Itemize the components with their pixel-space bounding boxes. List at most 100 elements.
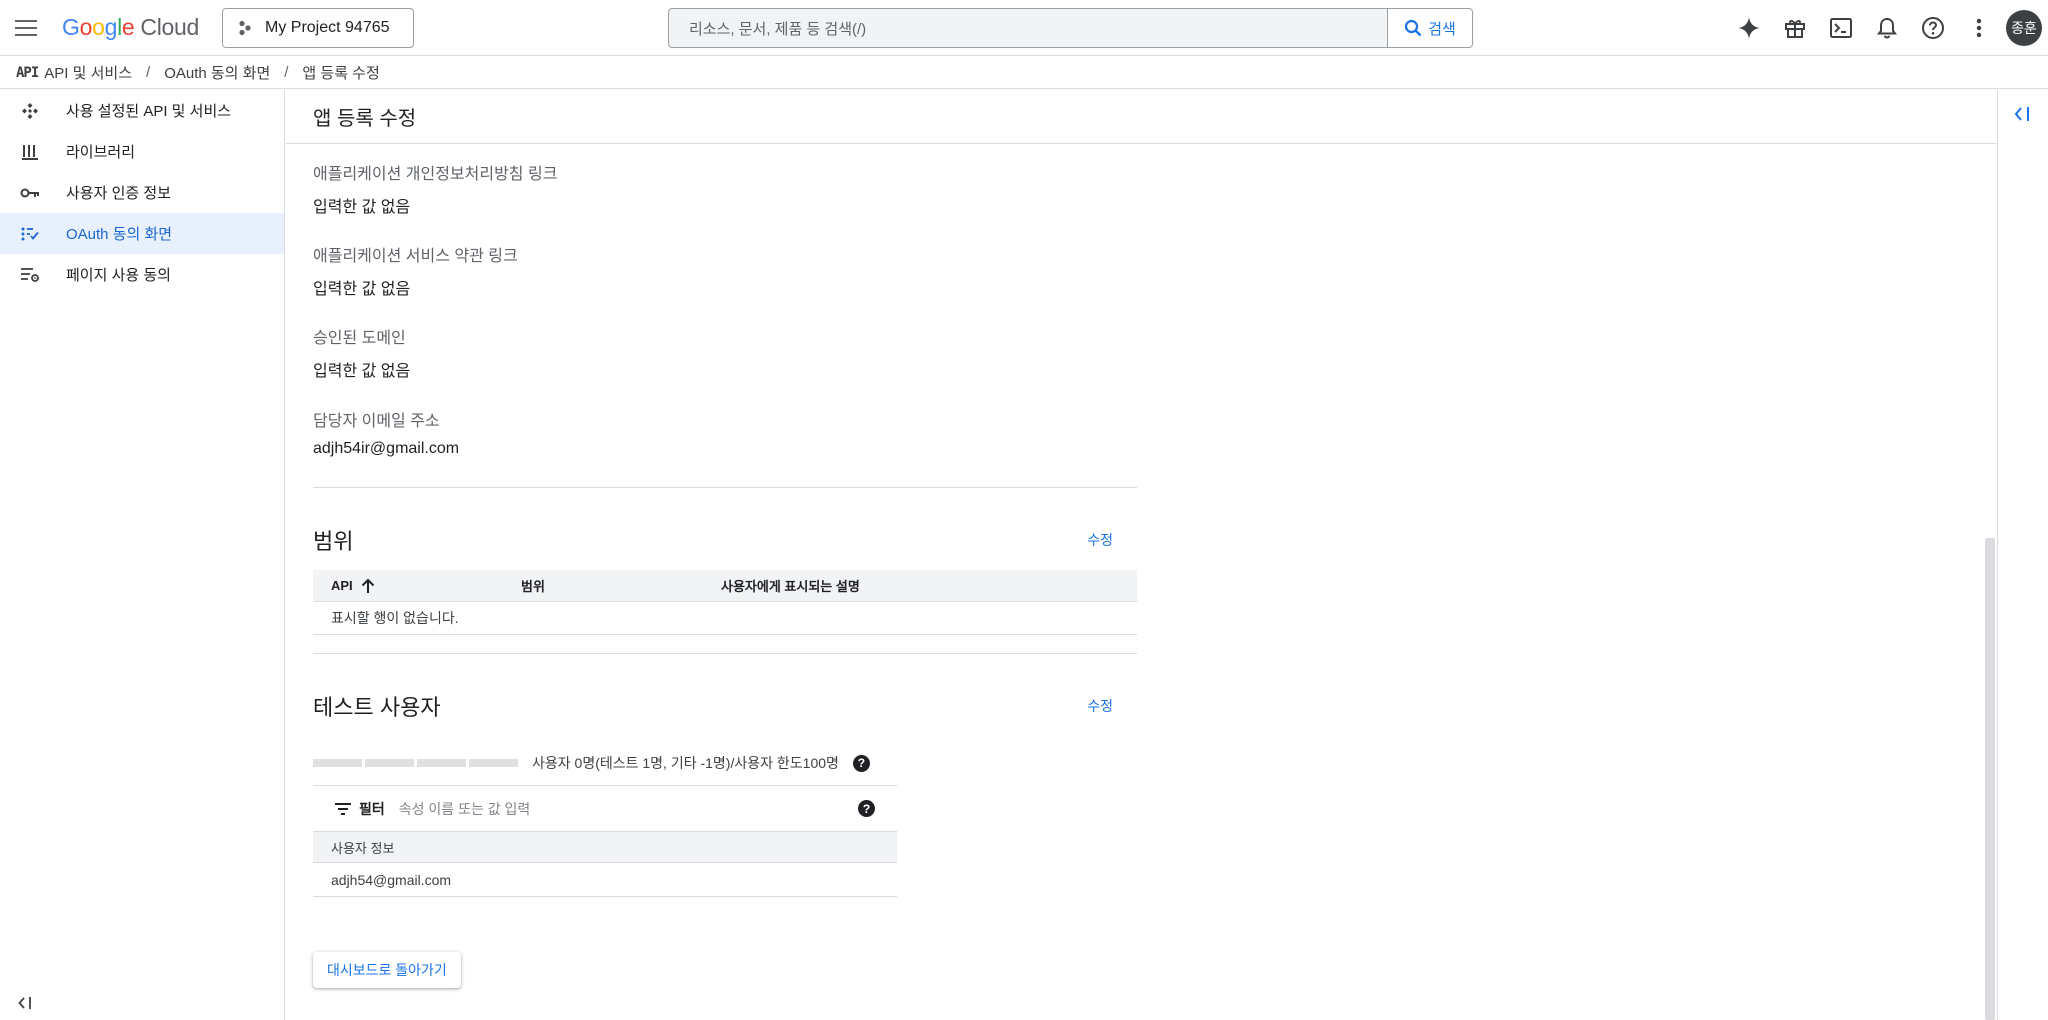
test-users-title: 테스트 사용자 [313, 695, 441, 720]
scopes-empty-row: 표시할 행이 없습니다. [313, 602, 1137, 635]
account-avatar[interactable]: 종훈 [2006, 10, 2042, 46]
privacy-policy-field: 애플리케이션 개인정보처리방침 링크 입력한 값 없음 [313, 160, 1138, 216]
divider [313, 487, 1137, 488]
key-icon [20, 183, 40, 203]
search-button[interactable]: 검색 [1387, 8, 1473, 48]
library-icon [20, 142, 40, 162]
gift-icon [1785, 20, 1805, 38]
field-label: 애플리케이션 개인정보처리방침 링크 [313, 166, 558, 183]
test-users-table: 필터 속성 이름 또는 값 입력 ? 사용자 정보 adjh54@gmail.c… [313, 785, 897, 897]
column-header-label: 범위 [521, 579, 545, 594]
api-logo-icon: API [16, 64, 39, 81]
sidebar-item-label: 페이지 사용 동의 [66, 267, 171, 284]
filter-icon [335, 802, 351, 815]
sidebar-item-label: 사용자 인증 정보 [66, 185, 171, 202]
gemini-button[interactable] [1726, 5, 1772, 51]
more-vert-icon [1976, 18, 1982, 38]
user-quota-text: 사용자 0명(테스트 1명, 기타 -1명)/사용자 한도100명 [532, 755, 839, 771]
sidebar-item-page-consent[interactable]: 페이지 사용 동의 [0, 254, 284, 295]
field-label: 애플리케이션 서비스 약관 링크 [313, 248, 518, 265]
filter-input[interactable]: 속성 이름 또는 값 입력 [399, 799, 858, 819]
api-services-icon [20, 101, 40, 121]
breadcrumb-separator: / [284, 64, 289, 81]
main-menu-button[interactable] [10, 12, 42, 44]
expand-panel-button[interactable] [2014, 106, 2030, 122]
help-circle-icon [1922, 17, 1944, 39]
terminal-icon [1830, 18, 1852, 38]
column-header-description: 사용자에게 표시되는 설명 [703, 576, 860, 595]
hamburger-menu-icon [15, 20, 37, 36]
test-users-edit-link[interactable]: 수정 [1087, 696, 1113, 716]
right-side-panel [1997, 90, 2048, 1020]
field-value: 입력한 값 없음 [313, 199, 411, 216]
breadcrumb-item-apis[interactable]: API 및 서비스 [44, 62, 132, 83]
project-dots-icon [239, 20, 251, 36]
column-header-api[interactable]: API [313, 578, 503, 594]
consent-icon [20, 224, 40, 244]
sidebar-item-oauth-consent[interactable]: OAuth 동의 화면 [0, 213, 284, 254]
column-header-user-info: 사용자 정보 [331, 840, 395, 856]
user-email-cell: adjh54@gmail.com [331, 871, 452, 888]
app-registration-summary: 애플리케이션 개인정보처리방침 링크 입력한 값 없음 애플리케이션 서비스 약… [313, 144, 1138, 988]
filter-label: 필터 [359, 800, 385, 817]
page-title: 앱 등록 수정 [313, 108, 417, 130]
back-to-dashboard-button[interactable]: 대시보드로 돌아가기 [313, 952, 461, 988]
column-header-scope: 범위 [503, 576, 703, 595]
field-value: 입력한 값 없음 [313, 281, 411, 298]
main-content: 앱 등록 수정 애플리케이션 개인정보처리방침 링크 입력한 값 없음 애플리케… [286, 90, 1996, 1020]
gift-button[interactable] [1772, 5, 1818, 51]
scopes-table-header: API 범위 사용자에게 표시되는 설명 [313, 570, 1137, 602]
collapse-sidebar-button[interactable] [18, 996, 32, 1010]
help-button[interactable] [1910, 5, 1956, 51]
help-icon[interactable]: ? [858, 800, 875, 817]
project-name: My Project 94765 [265, 19, 390, 36]
table-row: adjh54@gmail.com [313, 863, 897, 897]
collapse-left-icon [2014, 107, 2029, 121]
back-button-container: 대시보드로 돌아가기 [313, 952, 1138, 988]
more-options-button[interactable] [1956, 5, 2002, 51]
terms-of-service-field: 애플리케이션 서비스 약관 링크 입력한 값 없음 [313, 242, 1138, 298]
column-header-label: API [331, 578, 353, 593]
scopes-edit-link[interactable]: 수정 [1087, 530, 1113, 550]
user-quota-row: 사용자 0명(테스트 1명, 기타 -1명)/사용자 한도100명 ? [313, 747, 897, 779]
sidebar-item-label: OAuth 동의 화면 [66, 226, 173, 243]
authorized-domains-field: 승인된 도메인 입력한 값 없음 [313, 324, 1138, 380]
bell-icon [1877, 17, 1897, 39]
field-value: adjh54ir@gmail.com [313, 440, 460, 457]
sidebar-item-library[interactable]: 라이브러리 [0, 131, 284, 172]
breadcrumb-separator: / [146, 64, 151, 81]
breadcrumb-item-current: 앱 등록 수정 [302, 65, 380, 82]
sidebar-item-label: 라이브러리 [66, 144, 136, 161]
sidebar-item-enabled-apis[interactable]: 사용 설정된 API 및 서비스 [0, 90, 284, 131]
field-label: 담당자 이메일 주소 [313, 413, 440, 430]
field-label: 승인된 도메인 [313, 330, 406, 347]
search-input[interactable]: 리소스, 문서, 제품 등 검색(/) [668, 8, 1387, 48]
cloud-shell-button[interactable] [1818, 5, 1864, 51]
search-placeholder: 리소스, 문서, 제품 등 검색(/) [689, 20, 867, 38]
sidebar-item-credentials[interactable]: 사용자 인증 정보 [0, 172, 284, 213]
scopes-section-header: 범위 수정 [313, 525, 1137, 555]
search-bar: 리소스, 문서, 제품 등 검색(/) 검색 [668, 8, 1473, 48]
main-scrollbar[interactable] [1985, 538, 1995, 1020]
sparkle-icon [1738, 17, 1760, 39]
help-icon[interactable]: ? [852, 754, 870, 772]
scopes-title: 범위 [313, 529, 354, 554]
project-picker-button[interactable]: My Project 94765 [222, 8, 414, 48]
divider [313, 653, 1137, 654]
breadcrumb-item-oauth[interactable]: OAuth 동의 화면 [164, 62, 270, 83]
top-actions: 종훈 [1726, 0, 2048, 56]
sidebar: 사용 설정된 API 및 서비스 라이브러리 사용자 인증 정보 OAuth 동… [0, 90, 285, 1020]
search-icon [1405, 19, 1422, 37]
filter-bar[interactable]: 필터 속성 이름 또는 값 입력 ? [313, 785, 897, 831]
field-value: 입력한 값 없음 [313, 363, 411, 380]
top-bar: Google Cloud My Project 94765 리소스, 문서, 제품… [0, 0, 2048, 56]
page-header: 앱 등록 수정 [286, 90, 1996, 144]
notifications-button[interactable] [1864, 5, 1910, 51]
sort-arrow-up-icon [361, 578, 374, 593]
page-settings-icon [20, 265, 40, 285]
breadcrumb: API API 및 서비스 / OAuth 동의 화면 / 앱 등록 수정 [0, 57, 2048, 89]
user-quota-bar [313, 759, 518, 767]
column-header-label: 사용자에게 표시되는 설명 [721, 579, 860, 594]
developer-email-field: 담당자 이메일 주소 adjh54ir@gmail.com [313, 407, 1138, 462]
google-cloud-logo[interactable]: Google Cloud [62, 14, 199, 41]
